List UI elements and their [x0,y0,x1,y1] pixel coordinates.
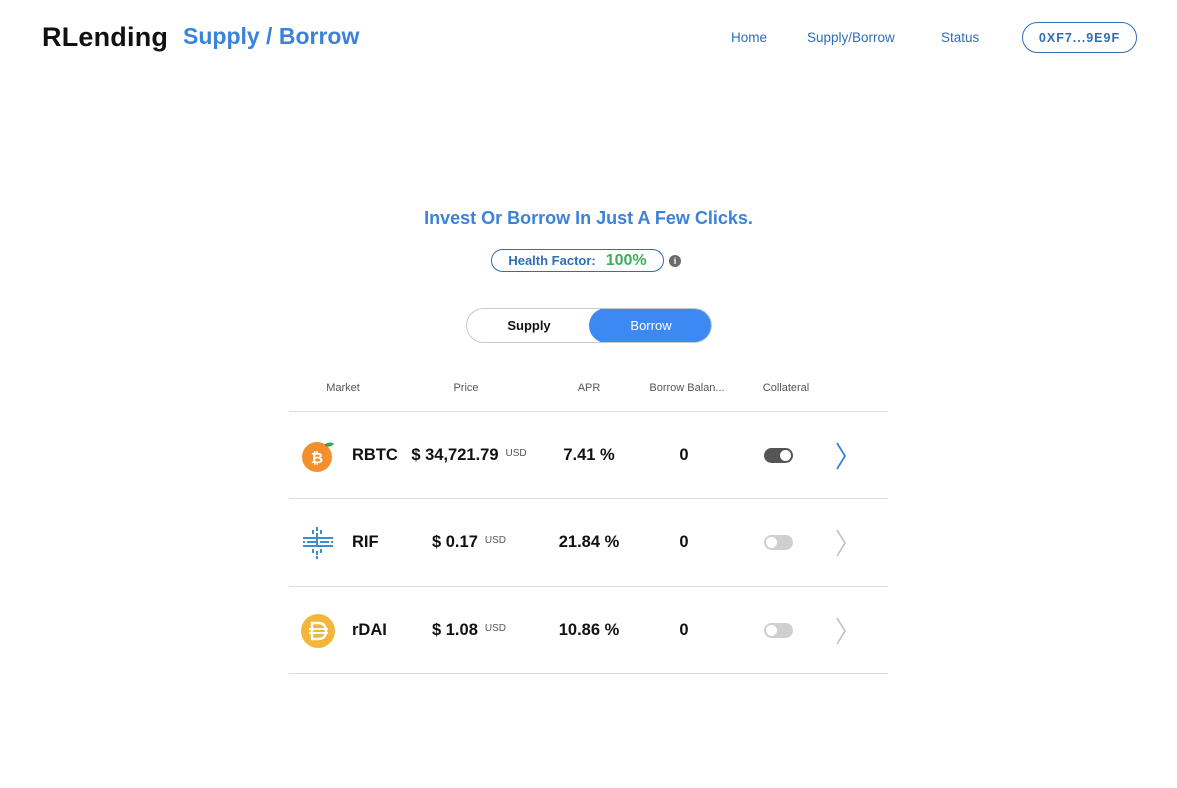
nav-home-link[interactable]: Home [731,30,767,45]
price-value: $ 1.08 [432,621,478,639]
health-factor-label: Health Factor: [508,253,596,268]
supply-borrow-toggle: Supply Borrow [466,308,712,343]
info-icon[interactable]: i [669,255,681,267]
table-row[interactable]: rDAI $ 1.08 USD 10.86 % 0 [289,587,888,674]
table-divider [289,673,888,674]
market-name: RIF [352,533,379,551]
price-unit: USD [484,623,506,634]
rdai-coin-icon [301,614,335,648]
health-factor-value: 100% [605,251,647,269]
borrow-balance-value: 0 [679,446,689,464]
price-cell: $ 0.17 USD [389,499,549,586]
header-bar: RLending Supply / Borrow Home Supply/Bor… [0,0,1177,76]
rbtc-coin-icon: ₿ [302,442,334,472]
toggle-knob [780,450,791,461]
table-row[interactable]: RIF $ 0.17 USD 21.84 % 0 [289,499,888,586]
price-cell: $ 1.08 USD [389,587,549,674]
price-unit: USD [484,535,506,546]
price-value: $ 34,721.79 [411,446,499,464]
column-header-market: Market [326,382,360,394]
apr-value: 21.84 % [558,533,620,551]
borrow-balance-value: 0 [679,621,689,639]
apr-value: 7.41 % [563,446,615,464]
tab-supply[interactable]: Supply [467,309,591,342]
price-value: $ 0.17 [432,533,478,551]
price-unit: USD [505,448,527,459]
collateral-toggle[interactable] [764,535,793,550]
hero-title: Invest Or Borrow In Just A Few Clicks. [424,208,753,228]
table-row[interactable]: ₿ RBTC $ 34,721.79 USD 7.41 % 0 [289,412,888,499]
nav-status-link[interactable]: Status [941,30,979,45]
toggle-knob [766,625,777,636]
brand-logo-text[interactable]: RLending [42,22,168,53]
collateral-toggle[interactable] [764,448,793,463]
column-header-collateral: Collateral [762,382,810,394]
health-factor-badge: Health Factor: 100% [491,249,664,272]
column-header-apr: APR [577,382,601,394]
nav-supply-borrow-link[interactable]: Supply/Borrow [807,30,895,45]
price-cell: $ 34,721.79 USD [389,412,549,499]
column-header-borrow-balance: Borrow Balan... [649,382,725,394]
svg-text:₿: ₿ [311,449,323,467]
apr-value: 10.86 % [558,621,620,639]
tab-borrow[interactable]: Borrow [589,309,711,342]
chevron-right-icon[interactable] [832,527,850,559]
collateral-toggle[interactable] [764,623,793,638]
column-header-price: Price [453,382,479,394]
borrow-balance-value: 0 [679,533,689,551]
wallet-address-button[interactable]: 0XF7...9E9F [1022,22,1137,53]
rif-coin-icon [303,527,333,559]
chevron-right-icon[interactable] [832,615,850,647]
page-title: Supply / Borrow [183,23,360,49]
market-name: rDAI [352,621,387,639]
chevron-right-icon[interactable] [832,440,850,472]
toggle-knob [766,537,777,548]
